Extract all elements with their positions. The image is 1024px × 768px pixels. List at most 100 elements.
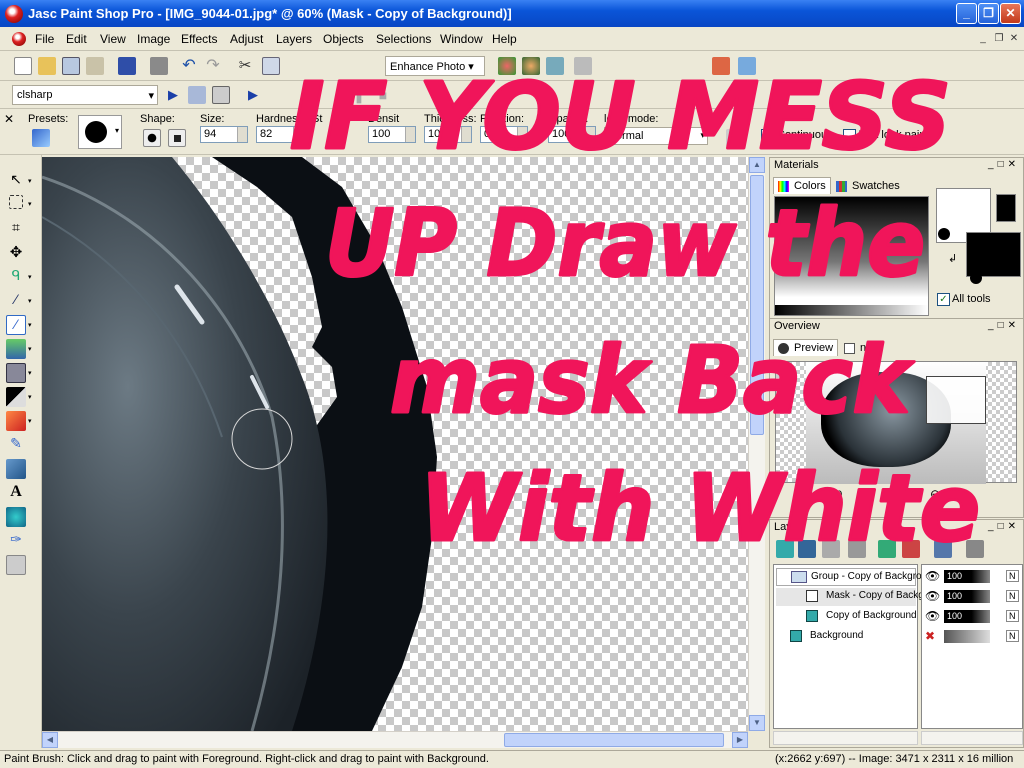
zoom-out-icon[interactable]: ⊖ <box>930 487 940 501</box>
round-shape-icon[interactable] <box>143 129 161 147</box>
new-mask-layer-icon[interactable] <box>848 540 866 558</box>
zoom-reset-icon[interactable]: ⊘ <box>948 487 958 501</box>
brush-tip-preview[interactable]: ▾ <box>78 115 122 149</box>
overview-viewport[interactable] <box>926 376 986 424</box>
picture-tube-icon[interactable]: ✎ <box>6 435 26 455</box>
paint-brush-icon[interactable]: ⁄ <box>6 315 26 335</box>
makeover-icon[interactable] <box>522 57 540 75</box>
blend-mode[interactable]: N <box>1006 570 1019 582</box>
duplicate-layer-icon[interactable] <box>878 540 896 558</box>
scroll-right-icon[interactable]: ▶ <box>732 732 748 748</box>
layers-close-icon[interactable]: ✕ <box>1008 521 1020 532</box>
overview-preview[interactable] <box>775 361 1017 484</box>
undo-icon[interactable]: ↶ <box>180 57 198 75</box>
blend-mode[interactable]: N <box>1006 630 1019 642</box>
tab-preview[interactable]: Preview <box>773 339 839 356</box>
pause-icon[interactable]: ❚ <box>350 86 368 104</box>
layers-minimize-icon[interactable]: _ <box>988 521 998 532</box>
materials-maximize-icon[interactable]: □ <box>998 159 1008 170</box>
tab-info[interactable]: nfo <box>839 339 881 356</box>
open-folder-icon[interactable] <box>38 57 56 75</box>
run-script-icon[interactable]: ▶ <box>164 86 182 104</box>
menu-file[interactable]: File <box>35 32 54 46</box>
menu-selections[interactable]: Selections <box>376 32 431 46</box>
layers-hscroll-left[interactable] <box>773 731 918 745</box>
new-art-layer-icon[interactable] <box>822 540 840 558</box>
redo-icon[interactable]: ↷ <box>204 57 222 75</box>
overview-minimize-icon[interactable]: _ <box>988 320 998 331</box>
layer-opacity[interactable]: 100 <box>944 590 990 603</box>
scroll-down-icon[interactable]: ▼ <box>749 715 765 731</box>
tab-colors[interactable]: Colors <box>773 177 831 194</box>
layer-row-mask[interactable]: Mask - Copy of Backg <box>776 588 924 606</box>
record-script-icon[interactable]: ▶ <box>244 86 262 104</box>
stop-icon[interactable]: ■ <box>374 86 392 104</box>
crop-icon[interactable]: ⌗ <box>6 219 26 239</box>
blend-mode[interactable]: N <box>1006 610 1019 622</box>
layers-maximize-icon[interactable]: □ <box>998 521 1008 532</box>
image-canvas[interactable] <box>42 157 748 731</box>
swap-colors-icon[interactable]: ↲ <box>948 252 957 265</box>
horizontal-scroll-thumb[interactable] <box>504 733 724 747</box>
dodge-icon[interactable] <box>6 387 26 407</box>
pan-pointer-icon[interactable]: ↖ <box>6 171 26 191</box>
menu-edit[interactable]: Edit <box>66 32 87 46</box>
layer-row-background[interactable]: Background <box>776 628 916 646</box>
layer-properties-icon[interactable] <box>966 540 984 558</box>
new-raster-layer-icon[interactable] <box>776 540 794 558</box>
presets-brush-icon[interactable] <box>32 129 50 147</box>
layer-tool-icon[interactable] <box>574 57 592 75</box>
preset-shape-icon[interactable] <box>6 507 26 527</box>
overview-maximize-icon[interactable]: □ <box>998 320 1008 331</box>
lasso-icon[interactable]: ᑫ <box>6 267 26 287</box>
blend-mode[interactable]: N <box>1006 590 1019 602</box>
stroke-icon[interactable] <box>726 129 744 147</box>
clone-brush-icon[interactable] <box>6 339 26 359</box>
horizontal-scrollbar[interactable]: ◀ ▶ <box>42 731 748 748</box>
move-icon[interactable]: ✥ <box>6 243 26 263</box>
scan-icon[interactable] <box>86 57 104 75</box>
histogram-icon[interactable] <box>738 57 756 75</box>
pause-record-icon[interactable]: ○ <box>300 86 318 104</box>
thickness-input[interactable]: 100 <box>424 126 472 143</box>
layers-hscroll-right[interactable] <box>921 731 1023 745</box>
eraser-icon[interactable] <box>6 411 26 431</box>
layer-row-group[interactable]: Group - Copy of Backgrou <box>776 568 927 586</box>
dropper-icon[interactable]: ⁄ <box>6 291 26 311</box>
bg-style-icon[interactable] <box>970 272 982 284</box>
layer-opacity[interactable] <box>944 630 990 643</box>
close-palette-icon[interactable]: ✕ <box>4 112 14 126</box>
rotation-input[interactable]: 0 <box>480 126 528 143</box>
zoom-value[interactable]: 60 <box>830 489 842 501</box>
warp-brush-icon[interactable] <box>6 555 26 575</box>
enhance-photo-dropdown[interactable]: Enhance Photo ▾ <box>385 56 485 76</box>
close-button[interactable]: ✕ <box>1000 3 1021 24</box>
menu-adjust[interactable]: Adjust <box>230 32 263 46</box>
fg-style-icon[interactable] <box>938 228 950 240</box>
locked-eye-icon[interactable]: ✖ <box>925 629 935 643</box>
vertical-scrollbar[interactable]: ▲ ▼ <box>748 157 765 731</box>
zoom-in-icon[interactable]: ⊕ <box>900 487 910 501</box>
menu-window[interactable]: Window <box>440 32 483 46</box>
save-icon[interactable] <box>118 57 136 75</box>
menu-effects[interactable]: Effects <box>181 32 217 46</box>
scroll-left-icon[interactable]: ◀ <box>42 732 58 748</box>
document-icon[interactable] <box>12 32 26 46</box>
menu-layers[interactable]: Layers <box>276 32 312 46</box>
density-input[interactable]: 100 <box>368 126 416 143</box>
script-mode-icon[interactable] <box>212 86 230 104</box>
overview-close-icon[interactable]: ✕ <box>1008 320 1020 331</box>
all-tools-checkbox[interactable]: ✓ <box>937 293 950 306</box>
menu-image[interactable]: Image <box>137 32 170 46</box>
doc-minimize-button[interactable]: _ <box>976 33 990 45</box>
copy-icon[interactable] <box>262 57 280 75</box>
tab-swatches[interactable]: Swatches <box>831 177 905 194</box>
visibility-eye-icon[interactable]: 👁 <box>925 569 940 583</box>
print-icon[interactable] <box>150 57 168 75</box>
selection-icon[interactable] <box>9 195 23 209</box>
vertical-scroll-thumb[interactable] <box>750 175 764 435</box>
browse-icon[interactable] <box>62 57 80 75</box>
hardness-input[interactable]: 82 <box>256 126 304 143</box>
effect-browser-icon[interactable] <box>712 57 730 75</box>
layer-row-copy[interactable]: Copy of Background <box>776 608 917 626</box>
